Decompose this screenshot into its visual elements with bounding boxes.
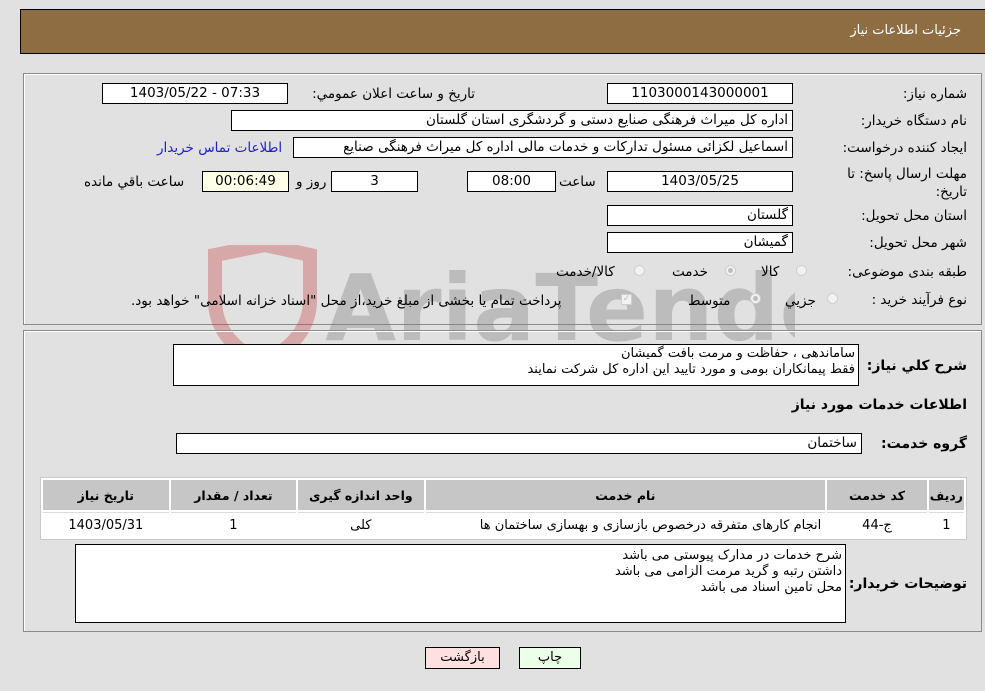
category-label: طبقه بندی موضوعی: [847, 264, 967, 280]
category-option-goods-service: کالا/خدمت [556, 264, 615, 280]
buyer-org-field: اداره کل میراث فرهنگی صنایع دستی و گردشگ… [231, 110, 793, 131]
summary-label: شرح کلي نياز: [866, 358, 967, 374]
col-quantity: تعداد / مقدار [170, 480, 297, 510]
purchase-option-minor: جزيي [785, 293, 816, 309]
services-table: ردیف کد خدمت نام خدمت واحد اندازه گیری ت… [40, 477, 967, 540]
print-button[interactable]: چاپ [519, 647, 581, 669]
page-title: جزئیات اطلاعات نیاز [850, 23, 961, 38]
need-number-field: 1103000143000001 [607, 83, 793, 104]
deadline-time-field: 08:00 [467, 171, 556, 192]
buyer-notes-textarea[interactable]: شرح خدمات در مدارک پیوستی می باشد داشتن … [75, 544, 846, 623]
services-section-title: اطلاعات خدمات مورد نياز [791, 397, 967, 413]
service-group-label: گروه خدمت: [881, 436, 967, 452]
remaining-time-field: 00:06:49 [202, 171, 289, 192]
category-option-service: خدمت [672, 264, 708, 280]
announce-datetime-field: 1403/05/22 - 07:33 [102, 83, 288, 104]
back-button[interactable]: بازگشت [425, 647, 500, 669]
requester-field: اسماعیل لکزائی مسئول تدارکات و خدمات مال… [293, 137, 793, 158]
col-row-number: ردیف [928, 480, 964, 510]
col-unit: واحد اندازه گیری [298, 480, 424, 510]
province-label: استان محل تحویل: [861, 208, 967, 224]
cell-need-date: 1403/05/31 [43, 512, 169, 537]
col-service-code: کد خدمت [827, 480, 927, 510]
buyer-notes-label: توضیحات خریدار: [848, 576, 967, 592]
table-row: 1 ج-44 انجام کارهای متفرقه درخصوص بازساز… [43, 512, 964, 537]
buyer-contact-link[interactable]: اطلاعات تماس خریدار [157, 140, 282, 156]
cell-unit: کلی [298, 512, 424, 537]
purchase-option-medium: متوسط [688, 293, 731, 309]
summary-textarea[interactable]: ساماندهی ، حفاظت و مرمت بافت گمیشان فقط … [173, 344, 859, 386]
deadline-label: مهلت ارسال پاسخ: تا تاریخ: [847, 166, 967, 200]
treasury-note: پرداخت تمام یا بخشی از مبلغ خرید،از محل … [131, 293, 562, 309]
category-radio-service[interactable] [725, 265, 736, 276]
purchase-radio-medium[interactable] [750, 293, 761, 304]
cell-row-number: 1 [928, 512, 964, 537]
deadline-days-field: 3 [331, 171, 418, 192]
col-need-date: تاریخ نیاز [43, 480, 169, 510]
cell-service-name: انجام کارهای متفرقه درخصوص بازسازی و بهس… [425, 512, 826, 537]
remaining-time-label: ساعت باقي مانده [84, 174, 185, 190]
category-radio-goods[interactable] [796, 265, 807, 276]
category-radio-goods-service[interactable] [634, 265, 645, 276]
purchase-type-label: نوع فرآیند خرید : [871, 292, 967, 308]
city-field: گمیشان [607, 232, 793, 253]
table-header-row: ردیف کد خدمت نام خدمت واحد اندازه گیری ت… [43, 480, 964, 510]
cell-service-code: ج-44 [827, 512, 927, 537]
purchase-radio-minor[interactable] [827, 293, 838, 304]
need-number-label: شماره نیاز: [902, 86, 967, 102]
city-label: شهر محل تحویل: [869, 235, 967, 251]
buyer-org-label: نام دستگاه خريدار: [860, 113, 967, 129]
cell-quantity: 1 [170, 512, 297, 537]
treasury-checkbox[interactable]: ✓ [621, 294, 632, 305]
requester-label: ایجاد کننده درخواست: [842, 140, 967, 156]
deadline-date-field: 1403/05/25 [607, 171, 793, 192]
service-group-field: ساختمان [176, 433, 862, 454]
page-header: جزئیات اطلاعات نیاز [20, 9, 985, 54]
announce-datetime-label: تاریخ و ساعت اعلان عمومي: [312, 86, 475, 102]
col-service-name: نام خدمت [425, 480, 826, 510]
province-field: گلستان [607, 205, 793, 226]
deadline-time-label: ساعت [559, 174, 596, 190]
deadline-days-label: روز و [296, 174, 327, 190]
category-option-goods: کالا [761, 264, 780, 280]
